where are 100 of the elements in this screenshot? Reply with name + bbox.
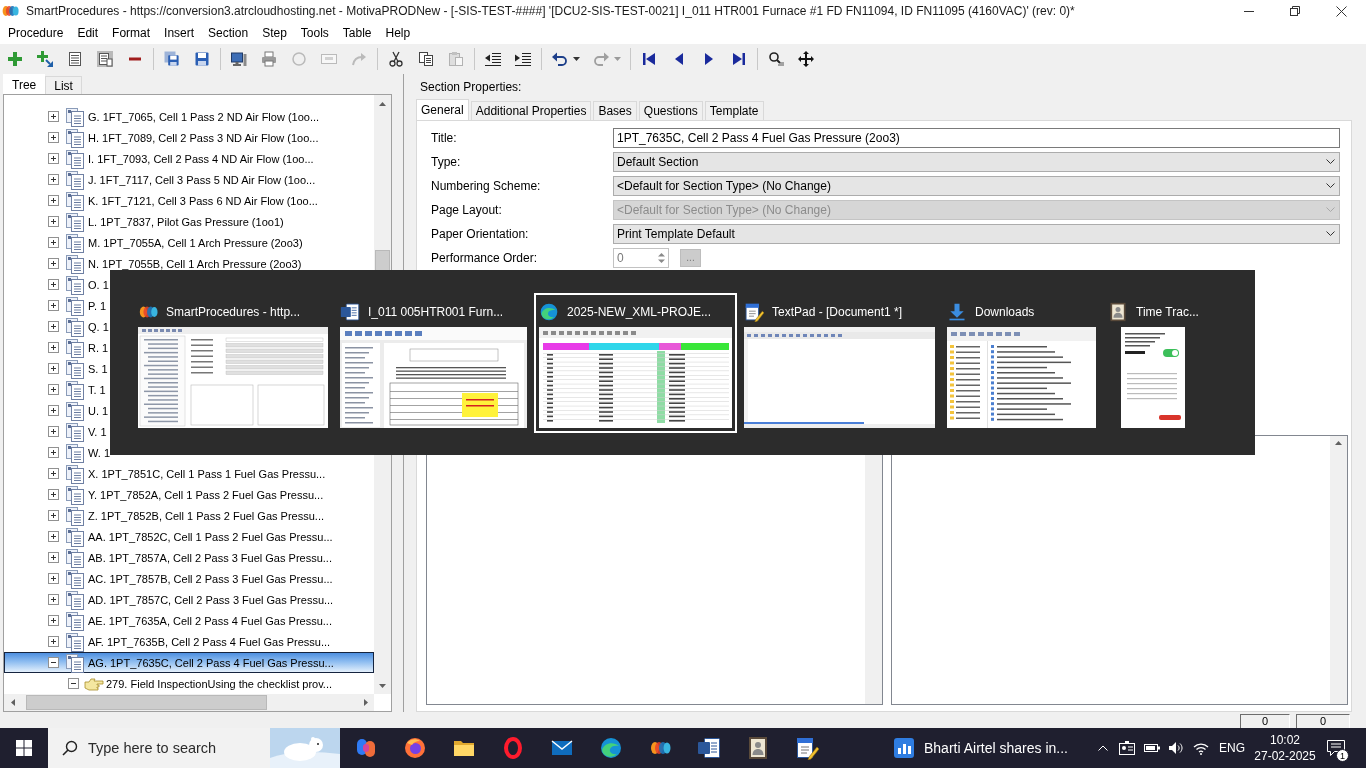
menu-item[interactable]: Help xyxy=(378,24,418,42)
tab[interactable]: General xyxy=(416,99,469,120)
card-icon[interactable] xyxy=(1119,741,1135,755)
tree-item[interactable]: T. 1 xyxy=(4,379,107,400)
plus-box-icon[interactable] xyxy=(48,174,59,185)
plus-box-icon[interactable] xyxy=(48,552,59,563)
plus-box-icon[interactable] xyxy=(48,258,59,269)
plus-box-icon[interactable] xyxy=(48,216,59,227)
plus-box-icon[interactable] xyxy=(48,363,59,374)
task-switcher-item[interactable]: I_011 005HTR001 Furn... xyxy=(335,293,532,433)
plus-box-icon[interactable] xyxy=(48,531,59,542)
scrollbar-track[interactable] xyxy=(1330,436,1347,704)
minus-box-icon[interactable] xyxy=(68,678,79,689)
skip-last-icon[interactable] xyxy=(731,51,747,67)
copy-icon[interactable] xyxy=(418,51,434,67)
battery-icon[interactable] xyxy=(1144,743,1160,753)
scissors-icon[interactable] xyxy=(388,51,404,67)
notepad-icon[interactable] xyxy=(794,736,819,760)
tree-item[interactable]: O. 1 xyxy=(4,274,110,295)
tree-item[interactable]: AB. 1PT_7857A, Cell 2 Pass 3 Fuel Gas Pressu... xyxy=(4,547,333,568)
tree-item[interactable]: AG. 1PT_7635C, Cell 2 Pass 4 Fuel Gas Pressu... xyxy=(4,652,374,673)
tree-item[interactable]: N. 1PT_7055B, Cell 1 Arch Pressure (2oo3) xyxy=(4,253,303,274)
tree-item[interactable]: R. 1 xyxy=(4,337,110,358)
plus-box-icon[interactable] xyxy=(48,132,59,143)
tree-item[interactable]: Q. 1 xyxy=(4,316,110,337)
tree-item[interactable]: I. 1FT_7093, Cell 2 Pass 4 ND Air Flow (1oo... xyxy=(4,148,315,169)
chevron-up-icon[interactable] xyxy=(1098,745,1108,751)
plus-box-icon[interactable] xyxy=(48,237,59,248)
tab[interactable]: Questions xyxy=(638,101,703,120)
plus-box-icon[interactable] xyxy=(48,510,59,521)
tree-item[interactable]: J. 1FT_7117, Cell 3 Pass 5 ND Air Flow (1oo... xyxy=(4,169,317,190)
tree-item[interactable]: AC. 1PT_7857B, Cell 2 Pass 3 Fuel Gas Pressu... xyxy=(4,568,334,589)
tree-item[interactable]: H. 1FT_7089, Cell 2 Pass 3 ND Air Flow (1oo... xyxy=(4,127,320,148)
tree-item[interactable]: S. 1 xyxy=(4,358,109,379)
tree-item[interactable]: U. 1 xyxy=(4,400,110,421)
tree-item[interactable]: Y. 1PT_7852A, Cell 1 Pass 2 Fuel Gas Pressu... xyxy=(4,484,325,505)
tab[interactable]: Tree xyxy=(3,74,46,94)
document-icon[interactable] xyxy=(696,736,721,760)
tab[interactable]: List xyxy=(45,76,82,94)
tree-item[interactable]: G. 1FT_7065, Cell 1 Pass 2 ND Air Flow (1oo... xyxy=(4,106,321,127)
dropdown[interactable]: Print Template Default xyxy=(613,224,1340,244)
scrollbar-thumb[interactable] xyxy=(26,695,267,710)
menu-item[interactable]: Section xyxy=(201,24,256,42)
monitor-icon[interactable] xyxy=(231,51,247,67)
menu-item[interactable]: Tools xyxy=(293,24,336,42)
tree-item[interactable]: P. 1 xyxy=(4,295,108,316)
menu-item[interactable]: Procedure xyxy=(1,24,71,42)
plus-box-icon[interactable] xyxy=(48,594,59,605)
tree-item[interactable]: M. 1PT_7055A, Cell 1 Arch Pressure (2oo3) xyxy=(4,232,304,253)
task-switcher-item[interactable]: SmartProcedures - http... xyxy=(133,293,333,433)
language-indicator[interactable]: ENG xyxy=(1219,741,1245,755)
plus-box-icon[interactable] xyxy=(48,615,59,626)
list-page-icon[interactable] xyxy=(97,51,113,67)
tree-item[interactable]: 279. Field InspectionUsing the checklist prov... xyxy=(4,673,334,694)
task-switcher-item[interactable]: Downloads xyxy=(942,293,1101,433)
indent-icon[interactable] xyxy=(515,51,531,67)
plus-box-icon[interactable] xyxy=(48,405,59,416)
move-icon[interactable] xyxy=(798,51,814,67)
tree-item[interactable]: AA. 1PT_7852C, Cell 1 Pass 2 Fuel Gas Pressu... xyxy=(4,526,334,547)
plus-box-icon[interactable] xyxy=(48,111,59,122)
tree-item[interactable]: AF. 1PT_7635B, Cell 2 Pass 4 Fuel Gas Pressu... xyxy=(4,631,332,652)
menu-item[interactable]: Format xyxy=(105,24,158,42)
printer-icon[interactable] xyxy=(261,51,277,67)
plus-box-icon[interactable] xyxy=(48,468,59,479)
restore-icon[interactable] xyxy=(1290,6,1300,16)
plus-box-icon[interactable] xyxy=(48,153,59,164)
tree-item[interactable]: K. 1FT_7121, Cell 3 Pass 6 ND Air Flow (1oo... xyxy=(4,190,319,211)
text-field[interactable]: 1PT_7635C, Cell 2 Pass 4 Fuel Gas Pressure (2oo3) xyxy=(613,128,1340,148)
menu-item[interactable]: Edit xyxy=(70,24,106,42)
plus-box-icon[interactable] xyxy=(48,342,59,353)
globe-icon[interactable] xyxy=(402,736,427,760)
wifi-icon[interactable] xyxy=(1193,741,1209,755)
plus-arrow-icon[interactable] xyxy=(37,51,53,67)
search-icon[interactable] xyxy=(768,51,784,67)
task-switcher-item[interactable]: TextPad - [Document1 *] xyxy=(739,293,940,433)
tree-item[interactable]: AE. 1PT_7635A, Cell 2 Pass 4 Fuel Gas Pressu... xyxy=(4,610,333,631)
save-icon[interactable] xyxy=(194,51,210,67)
dropdown[interactable]: Default Section xyxy=(613,152,1340,172)
text-pane[interactable] xyxy=(891,435,1348,705)
tab[interactable]: Bases xyxy=(593,101,637,120)
plus-box-icon[interactable] xyxy=(48,279,59,290)
plus-box-icon[interactable] xyxy=(48,426,59,437)
menu-item[interactable]: Step xyxy=(255,24,294,42)
menu-item[interactable]: Insert xyxy=(157,24,202,42)
clock[interactable]: 10:02 27-02-2025 xyxy=(1252,733,1318,763)
list-icon[interactable] xyxy=(67,51,83,67)
plus-box-icon[interactable] xyxy=(48,573,59,584)
outdent-icon[interactable] xyxy=(485,51,501,67)
plus-box-icon[interactable] xyxy=(48,321,59,332)
tab[interactable]: Additional Properties xyxy=(470,101,592,120)
wave-circle-icon[interactable] xyxy=(598,736,623,760)
plus-box-icon[interactable] xyxy=(48,195,59,206)
plus-box-icon[interactable] xyxy=(48,489,59,500)
floppy-stack-icon[interactable] xyxy=(164,51,180,67)
search-field[interactable]: Type here to search xyxy=(48,728,340,768)
tree-item[interactable]: Z. 1PT_7852B, Cell 1 Pass 2 Fuel Gas Pressu... xyxy=(4,505,325,526)
plus-icon[interactable] xyxy=(7,51,23,67)
plus-box-icon[interactable] xyxy=(48,300,59,311)
close-icon[interactable] xyxy=(1335,5,1347,17)
menu-item[interactable]: Table xyxy=(335,24,379,42)
